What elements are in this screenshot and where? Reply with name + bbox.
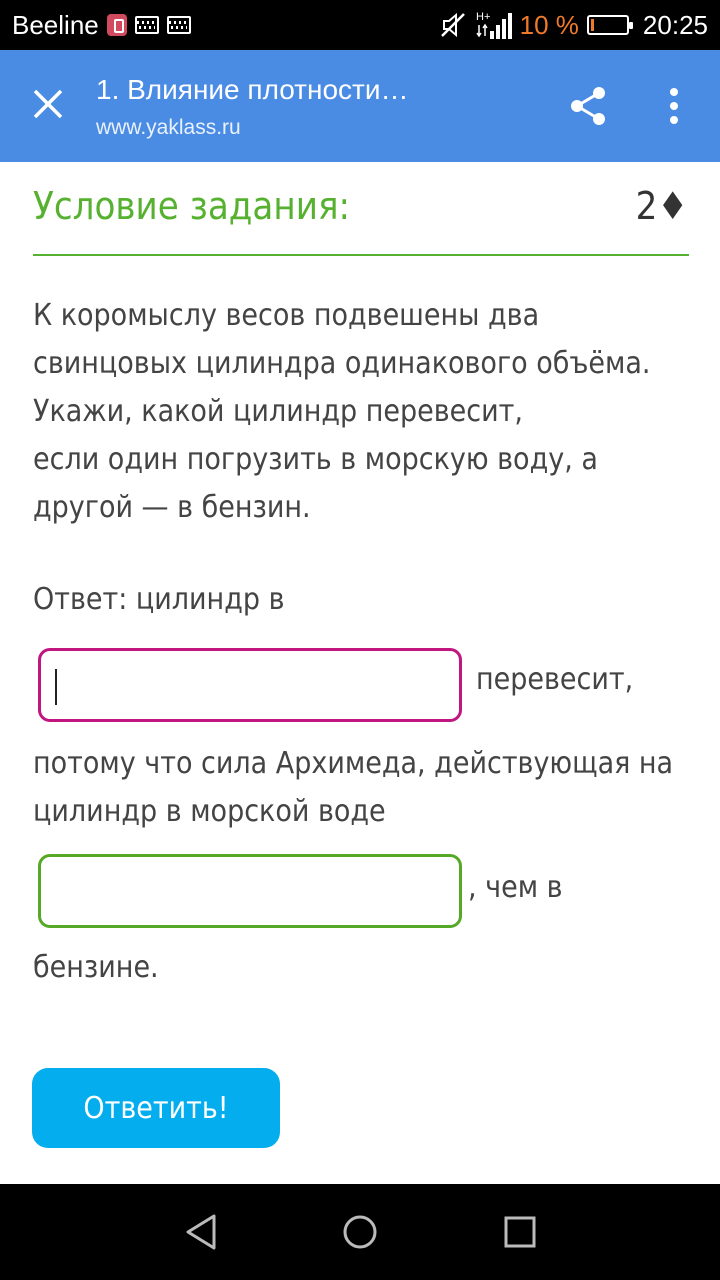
- battery-icon: [586, 15, 633, 35]
- more-vert-icon[interactable]: [652, 82, 696, 130]
- battery-fill: [590, 19, 594, 31]
- nav-bar: [0, 1184, 720, 1280]
- share-icon[interactable]: [566, 84, 610, 128]
- ending-text: бензине.: [33, 950, 159, 985]
- heading-divider: [33, 254, 689, 256]
- home-icon[interactable]: [338, 1210, 382, 1254]
- task-line: свинцовых цилиндра одинакового объёма.: [33, 346, 651, 381]
- task-line: если один погрузить в морскую воду, а: [33, 442, 598, 477]
- answer-prefix: Ответ: цилиндр в: [33, 582, 285, 617]
- task-content: Условие задания: 2♦ К коромыслу весов по…: [0, 162, 720, 1184]
- battery-percent: 10 %: [519, 9, 579, 40]
- back-icon[interactable]: [180, 1210, 224, 1254]
- middle-line: цилиндр в морской воде: [33, 794, 386, 829]
- task-line: другой — в бензин.: [33, 490, 311, 525]
- sim-icon: [106, 14, 127, 36]
- answer-input-1[interactable]: [38, 648, 462, 722]
- after-input-2-text: , чем в: [468, 870, 563, 905]
- mute-icon: [440, 12, 465, 38]
- app-bar: 1. Влияние плотности… www.yaklass.ru: [0, 50, 720, 162]
- task-text: К коромыслу весов подвешены два свинцовы…: [33, 292, 693, 532]
- middle-text: потому что сила Архимеда, действующая на…: [33, 740, 693, 836]
- page-url: www.yaklass.ru: [96, 116, 241, 139]
- recent-apps-icon[interactable]: [498, 1210, 542, 1254]
- text-caret: [55, 669, 57, 705]
- after-input-1-text: перевесит,: [476, 662, 634, 697]
- task-line: Укажи, какой цилиндр перевесит,: [33, 394, 523, 429]
- page-title: 1. Влияние плотности…: [96, 74, 409, 105]
- carrier-name: Beeline: [12, 9, 99, 40]
- task-line: К коромыслу весов подвешены два: [33, 298, 540, 333]
- clock: 20:25: [642, 9, 708, 40]
- answer-input-2[interactable]: [38, 854, 462, 928]
- submit-button[interactable]: Ответить!: [32, 1068, 280, 1148]
- task-heading: Условие задания:: [33, 184, 351, 228]
- keyboard-icon-2: [166, 16, 191, 34]
- middle-line: потому что сила Архимеда, действующая на: [33, 746, 674, 781]
- task-points: 2♦: [635, 184, 688, 228]
- signal-icon: H+: [476, 11, 512, 39]
- status-right: H+ 10 % 20:25: [438, 0, 708, 50]
- close-icon[interactable]: [26, 82, 70, 126]
- status-left: Beeline: [12, 0, 191, 50]
- status-bar: Beeline H+ 10 % 20:25: [0, 0, 720, 50]
- network-type: H+: [476, 11, 490, 23]
- keyboard-icon: [134, 16, 159, 34]
